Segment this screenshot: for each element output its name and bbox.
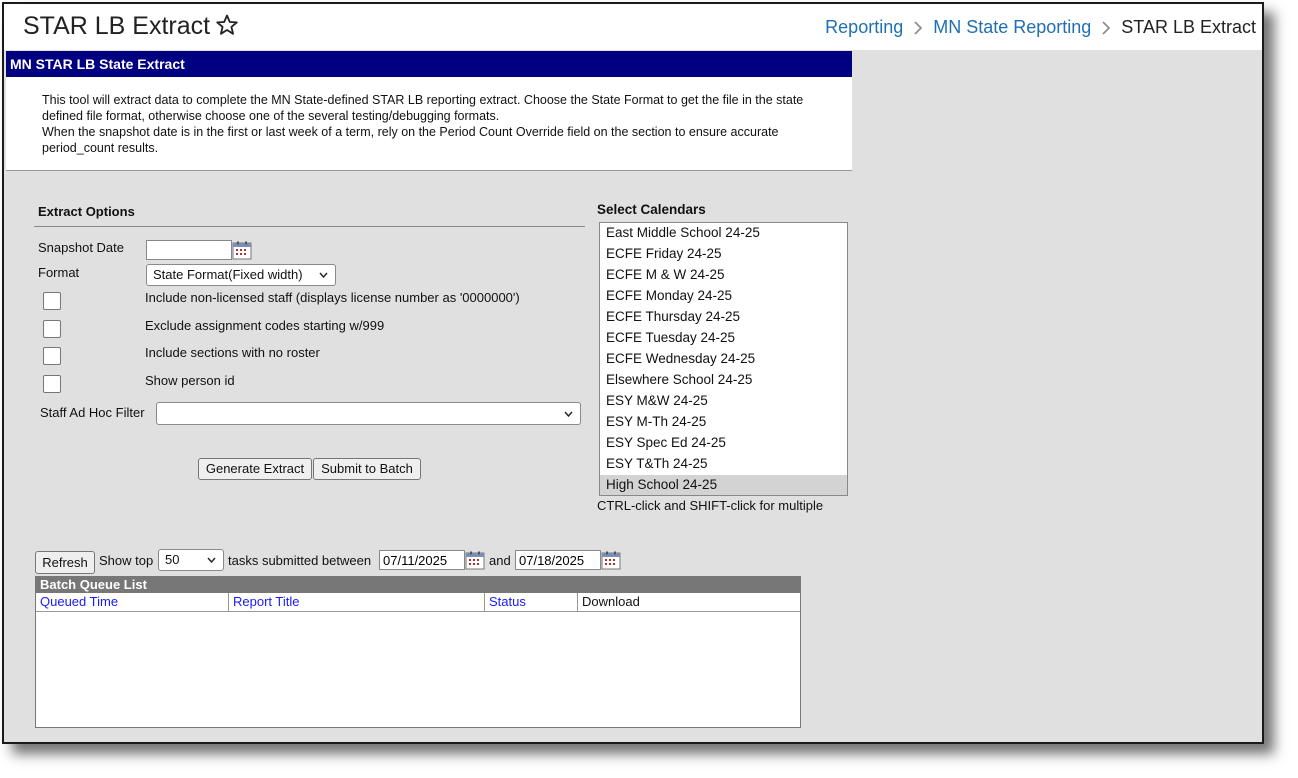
generate-extract-button[interactable]: Generate Extract [198,458,312,480]
format-select-value: State Format(Fixed width) [153,267,303,282]
calendar-option[interactable]: ESY Spec Ed 24-25 [600,433,847,454]
batch-queue-header-row: Queued Time Report Title Status Download [36,593,800,612]
calendar-option[interactable]: High School 24-25 [600,475,847,495]
extract-options-heading: Extract Options [38,204,135,219]
and-label: and [489,553,511,568]
include-non-licensed-label: Include non-licensed staff (displays lic… [145,290,520,305]
snapshot-date-label: Snapshot Date [38,240,125,255]
show-top-label: Show top [99,553,154,568]
calendar-option[interactable]: ECFE Monday 24-25 [600,286,847,307]
calendar-option[interactable]: ECFE Wednesday 24-25 [600,349,847,370]
breadcrumb-mn-state-reporting[interactable]: MN State Reporting [933,17,1091,38]
chevron-down-icon [319,272,328,278]
calendar-multiselect-hint: CTRL-click and SHIFT-click for multiple [597,498,824,513]
select-calendars-heading: Select Calendars [597,202,706,217]
batch-queue-caption: Batch Queue List [36,577,800,593]
show-person-id-checkbox[interactable] [43,375,61,393]
page-header: STAR LB Extract Reporting MN State Repor… [4,4,1262,51]
breadcrumb: Reporting MN State Reporting STAR LB Ext… [825,17,1256,38]
divider [34,226,585,227]
staff-adhoc-filter-select[interactable] [156,402,581,425]
column-queued-time[interactable]: Queued Time [36,593,229,611]
calendar-option[interactable]: ECFE Thursday 24-25 [600,307,847,328]
start-date-input[interactable] [379,550,465,570]
chevron-right-icon [914,20,923,35]
column-report-title[interactable]: Report Title [229,593,485,611]
chevron-down-icon [564,411,573,417]
chevron-right-icon [1102,20,1111,35]
calendar-option[interactable]: ECFE M & W 24-25 [600,265,847,286]
exclude-999-checkbox[interactable] [43,320,61,338]
include-no-roster-checkbox[interactable] [43,347,61,365]
app-window: STAR LB Extract Reporting MN State Repor… [2,2,1264,744]
show-top-select[interactable]: 50 [158,549,224,571]
chevron-down-icon [207,557,216,563]
show-top-value: 50 [165,552,180,567]
snapshot-date-input[interactable] [146,240,232,260]
panel-header: MN STAR LB State Extract [6,51,852,77]
format-label: Format [38,265,80,280]
calendar-picker-icon[interactable] [601,551,621,570]
calendar-option[interactable]: East Middle School 24-25 [600,223,847,244]
calendar-option[interactable]: ESY T&Th 24-25 [600,454,847,475]
staff-adhoc-filter-label: Staff Ad Hoc Filter [40,405,145,420]
description-box: This tool will extract data to complete … [6,77,852,171]
calendar-picker-icon[interactable] [232,241,252,260]
calendar-listbox[interactable]: East Middle School 24-25 ECFE Friday 24-2… [599,222,848,496]
calendar-option[interactable]: ECFE Tuesday 24-25 [600,328,847,349]
format-select[interactable]: State Format(Fixed width) [146,264,336,286]
calendar-picker-icon[interactable] [465,551,485,570]
calendar-option[interactable]: ESY M&W 24-25 [600,391,847,412]
calendar-option[interactable]: ESY M-Th 24-25 [600,412,847,433]
description-text: This tool will extract data to complete … [42,93,804,123]
description-text: When the snapshot date is in the first o… [42,125,779,155]
end-date-input[interactable] [515,550,601,570]
include-no-roster-label: Include sections with no roster [145,345,320,360]
calendar-option[interactable]: Elsewhere School 24-25 [600,370,847,391]
batch-queue-table: Batch Queue List Queued Time Report Titl… [35,576,801,728]
page-title: STAR LB Extract [23,12,211,40]
exclude-999-label: Exclude assignment codes starting w/999 [145,318,385,333]
calendar-option[interactable]: ECFE Friday 24-25 [600,244,847,265]
include-non-licensed-checkbox[interactable] [43,292,61,310]
column-download: Download [582,594,640,609]
refresh-button[interactable]: Refresh [35,551,95,574]
breadcrumb-current: STAR LB Extract [1121,17,1256,37]
submit-to-batch-button[interactable]: Submit to Batch [313,458,421,480]
show-person-id-label: Show person id [145,373,235,388]
column-status[interactable]: Status [485,593,578,611]
breadcrumb-reporting[interactable]: Reporting [825,17,903,38]
tasks-between-label: tasks submitted between [228,553,372,568]
favorite-star-icon[interactable] [215,13,239,37]
panel-title: MN STAR LB State Extract [10,56,185,72]
